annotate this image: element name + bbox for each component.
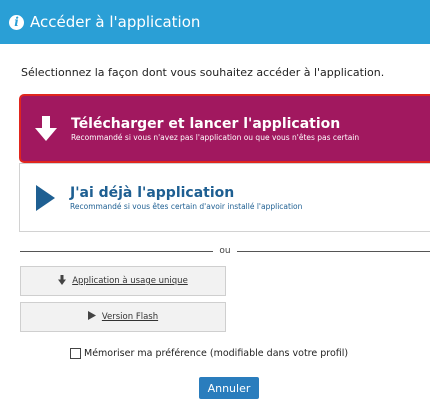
already-option-title: J'ai déjà l'application [70, 184, 235, 201]
single-use-app-label: Application à usage unique [72, 276, 188, 286]
already-have-app-button[interactable]: J'ai déjà l'application Recommandé si vo… [19, 163, 430, 232]
download-and-launch-button[interactable]: Télécharger et lancer l'application Reco… [19, 94, 430, 163]
remember-preference[interactable]: Mémoriser ma préférence (modifiable dans… [70, 348, 348, 359]
cancel-button[interactable]: Annuler [199, 377, 259, 399]
or-separator: ou [20, 244, 430, 258]
already-option-subtitle: Recommandé si vous êtes certain d'avoir … [70, 201, 303, 211]
single-use-app-button[interactable]: Application à usage unique [20, 266, 226, 296]
flash-version-button[interactable]: Version Flash [20, 302, 226, 332]
remember-checkbox[interactable] [70, 348, 81, 359]
download-option-title: Télécharger et lancer l'application [71, 115, 341, 132]
download-option-subtitle: Recommandé si vous n'avez pas l'applicat… [71, 132, 360, 142]
play-icon [87, 311, 96, 323]
separator-label: ou [219, 246, 231, 256]
flash-version-label: Version Flash [101, 312, 159, 322]
play-icon [20, 184, 70, 212]
dialog-title: Accéder à l'application [30, 13, 201, 31]
arrow-down-icon [58, 274, 67, 288]
info-icon: i [9, 14, 24, 30]
remember-label: Mémoriser ma préférence (modifiable dans… [84, 348, 349, 359]
intro-text: Sélectionnez la façon dont vous souhaite… [21, 66, 385, 79]
separator-line [236, 250, 430, 252]
arrow-down-icon [21, 115, 71, 142]
separator-line [20, 250, 214, 252]
dialog-header: i Accéder à l'application [0, 0, 430, 44]
